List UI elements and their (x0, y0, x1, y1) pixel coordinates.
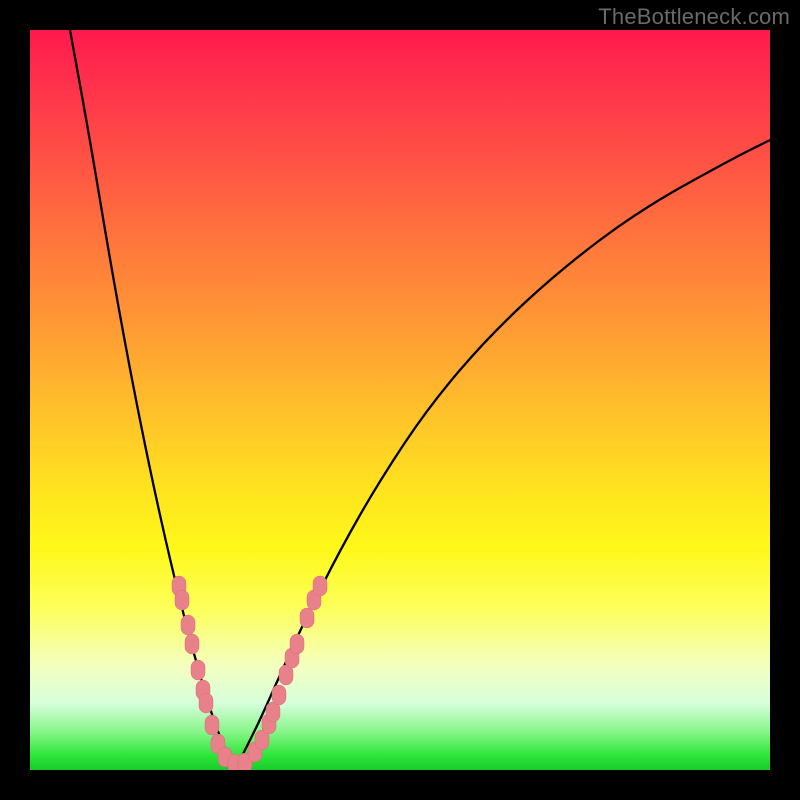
plot-area (30, 30, 770, 770)
watermark-label: TheBottleneck.com (598, 4, 790, 30)
data-marker (300, 608, 314, 628)
data-marker (205, 715, 219, 735)
data-marker (272, 685, 286, 705)
data-marker (181, 615, 195, 635)
data-marker (199, 693, 213, 713)
right-curve (235, 140, 770, 770)
chart-frame: TheBottleneck.com (0, 0, 800, 800)
data-marker (191, 660, 205, 680)
left-curve (70, 30, 235, 770)
chart-svg (30, 30, 770, 770)
data-marker (313, 576, 327, 596)
data-marker (290, 634, 304, 654)
data-marker (185, 634, 199, 654)
data-marker (175, 590, 189, 610)
